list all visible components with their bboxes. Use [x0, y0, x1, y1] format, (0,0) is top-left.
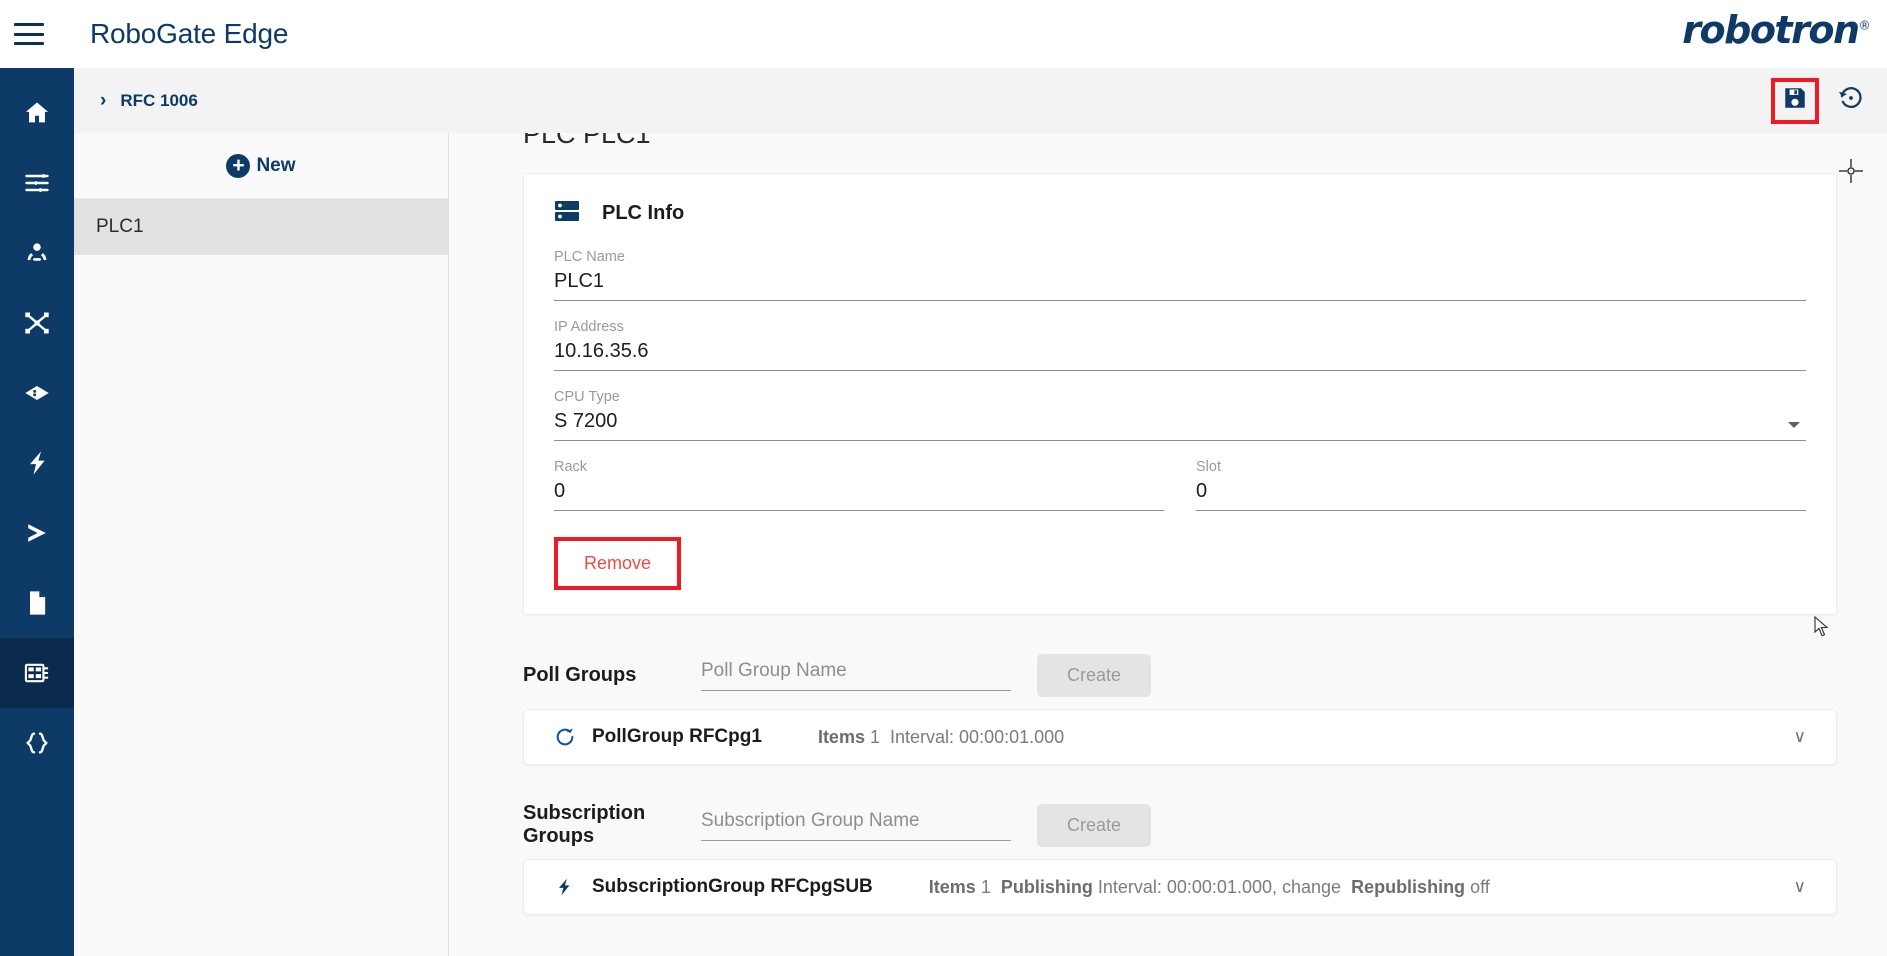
- breadcrumb-actions: [1771, 68, 1873, 133]
- plc-info-card-header: PLC Info: [554, 200, 1806, 227]
- poll-group-name-input[interactable]: Poll Group Name: [701, 660, 1011, 691]
- publishing-label: Publishing: [1000, 876, 1093, 897]
- subscription-items-value: 1: [980, 876, 991, 897]
- sidebar-item-data[interactable]: [0, 358, 74, 428]
- cpu-type-label: CPU Type: [554, 389, 620, 405]
- plc-name-label: PLC Name: [554, 249, 625, 265]
- restore-button[interactable]: [1829, 80, 1873, 122]
- new-plc-button[interactable]: + New: [74, 133, 448, 199]
- shuffle-routing-icon: [23, 309, 51, 337]
- hub-network-icon: [23, 239, 51, 267]
- subscription-group-name: SubscriptionGroup RFCpgSUB: [592, 876, 873, 897]
- rack-label: Rack: [554, 459, 588, 475]
- plc-info-card: PLC Info PLC Name PLC1 IP Address 10.16.…: [523, 173, 1837, 615]
- slot-label: Slot: [1196, 459, 1221, 475]
- app-title: RoboGate Edge: [90, 18, 289, 49]
- sidebar-item-plc[interactable]: [0, 638, 74, 708]
- sidebar-item-routing[interactable]: [0, 288, 74, 358]
- main-content: PLC PLC1 PLC Info PLC Name PLC1 IP Addre…: [449, 133, 1887, 956]
- restore-history-icon: [1837, 84, 1865, 117]
- slot-input[interactable]: 0: [1196, 480, 1806, 511]
- rack-field[interactable]: Rack 0: [554, 459, 1164, 511]
- create-poll-group-button[interactable]: Create: [1037, 653, 1152, 697]
- registered-mark: ®: [1858, 18, 1871, 33]
- rack-input[interactable]: 0: [554, 480, 1164, 511]
- ip-address-input[interactable]: 10.16.35.6: [554, 340, 1806, 371]
- server-rack-icon: [554, 200, 580, 227]
- plc-chip-icon: [23, 659, 51, 687]
- create-subscription-group-button[interactable]: Create: [1037, 803, 1152, 847]
- sidebar-item-console[interactable]: [0, 498, 74, 568]
- plc-name-input[interactable]: PLC1: [554, 270, 1806, 301]
- home-icon: [23, 99, 51, 127]
- breadcrumb-bar: › RFC 1006: [74, 68, 1887, 133]
- poll-group-items-label: Items: [817, 726, 865, 747]
- save-button[interactable]: [1771, 77, 1819, 124]
- plc-info-title: PLC Info: [602, 202, 685, 224]
- plus-circle-icon: +: [226, 153, 251, 178]
- chevron-down-icon[interactable]: [1788, 422, 1800, 428]
- new-plc-label: New: [256, 154, 296, 176]
- sidebar-item-events[interactable]: [0, 428, 74, 498]
- app-bar: RoboGate Edge robotron®: [0, 0, 1887, 68]
- cpu-type-select[interactable]: S 7200: [554, 410, 1806, 441]
- diamond-data-icon: [23, 379, 51, 407]
- republishing-label: Republishing: [1351, 876, 1466, 897]
- mouse-cursor-icon: [1814, 615, 1830, 643]
- poll-group-items-value: 1: [869, 726, 880, 747]
- sidebar-item-json[interactable]: [0, 708, 74, 778]
- poll-groups-title: Poll Groups: [523, 663, 637, 686]
- sidebar-item-hub[interactable]: [0, 218, 74, 288]
- republishing-value: off: [1470, 876, 1490, 897]
- subscription-items-label: Items: [928, 876, 976, 897]
- slot-field[interactable]: Slot 0: [1196, 459, 1806, 511]
- chevron-down-icon[interactable]: ∨: [1794, 877, 1806, 897]
- poll-group-interval: Interval: 00:00:01.000: [890, 726, 1065, 747]
- sidebar-rail: [0, 68, 74, 956]
- subscription-group-meta: Items 1 Publishing Interval: 00:00:01.00…: [929, 877, 1490, 898]
- subscription-group-row[interactable]: SubscriptionGroup RFCpgSUB Items 1 Publi…: [523, 859, 1837, 915]
- plc-name-field[interactable]: PLC Name PLC1: [554, 249, 1806, 301]
- save-icon: [1782, 85, 1808, 116]
- breadcrumb[interactable]: RFC 1006: [120, 91, 197, 111]
- refresh-poll-icon: [554, 726, 582, 748]
- sidebar-item-settings[interactable]: [0, 148, 74, 218]
- poll-groups-header: Poll Groups Poll Group Name Create: [523, 647, 1837, 703]
- lightning-bolt-icon: [23, 449, 51, 477]
- robotron-logo-text: robotron: [1682, 8, 1860, 52]
- document-file-icon: [23, 589, 51, 617]
- subscription-groups-title: Subscription Groups: [523, 802, 646, 847]
- poll-group-row[interactable]: PollGroup RFCpg1 Items 1 Interval: 00:00…: [523, 709, 1837, 765]
- sliders-settings-icon: [23, 169, 51, 197]
- poll-group-name: PollGroup RFCpg1: [592, 726, 762, 747]
- cpu-type-field[interactable]: CPU Type S 7200: [554, 389, 1806, 441]
- page-title: PLC PLC1: [523, 133, 651, 149]
- subscription-group-name-input[interactable]: Subscription Group Name: [701, 810, 1011, 841]
- ip-address-field[interactable]: IP Address 10.16.35.6: [554, 319, 1806, 371]
- ip-address-label: IP Address: [554, 319, 624, 335]
- sidebar-item-home[interactable]: [0, 78, 74, 148]
- sidebar-item-documents[interactable]: [0, 568, 74, 638]
- list-item-label: PLC1: [96, 216, 144, 237]
- hamburger-icon[interactable]: [14, 23, 44, 45]
- plc-list-panel: + New PLC1: [74, 133, 449, 956]
- curly-braces-json-icon: [23, 729, 51, 757]
- greater-than-console-icon: [22, 518, 52, 548]
- chevron-down-icon[interactable]: ∨: [1794, 727, 1806, 747]
- remove-button[interactable]: Remove: [554, 537, 682, 590]
- rack-slot-row: Rack 0 Slot 0: [554, 459, 1806, 529]
- crosshair-marker-icon: [1838, 158, 1864, 184]
- list-item[interactable]: PLC1: [74, 199, 448, 255]
- lightning-bolt-icon: [554, 876, 582, 898]
- poll-group-meta: Items 1 Interval: 00:00:01.000: [818, 727, 1064, 748]
- subscription-groups-header: Subscription Groups Subscription Group N…: [523, 797, 1837, 853]
- robotron-logo: robotron®: [1682, 8, 1871, 52]
- chevron-right-icon: ›: [100, 90, 107, 111]
- publishing-value: Interval: 00:00:01.000, change: [1097, 876, 1342, 897]
